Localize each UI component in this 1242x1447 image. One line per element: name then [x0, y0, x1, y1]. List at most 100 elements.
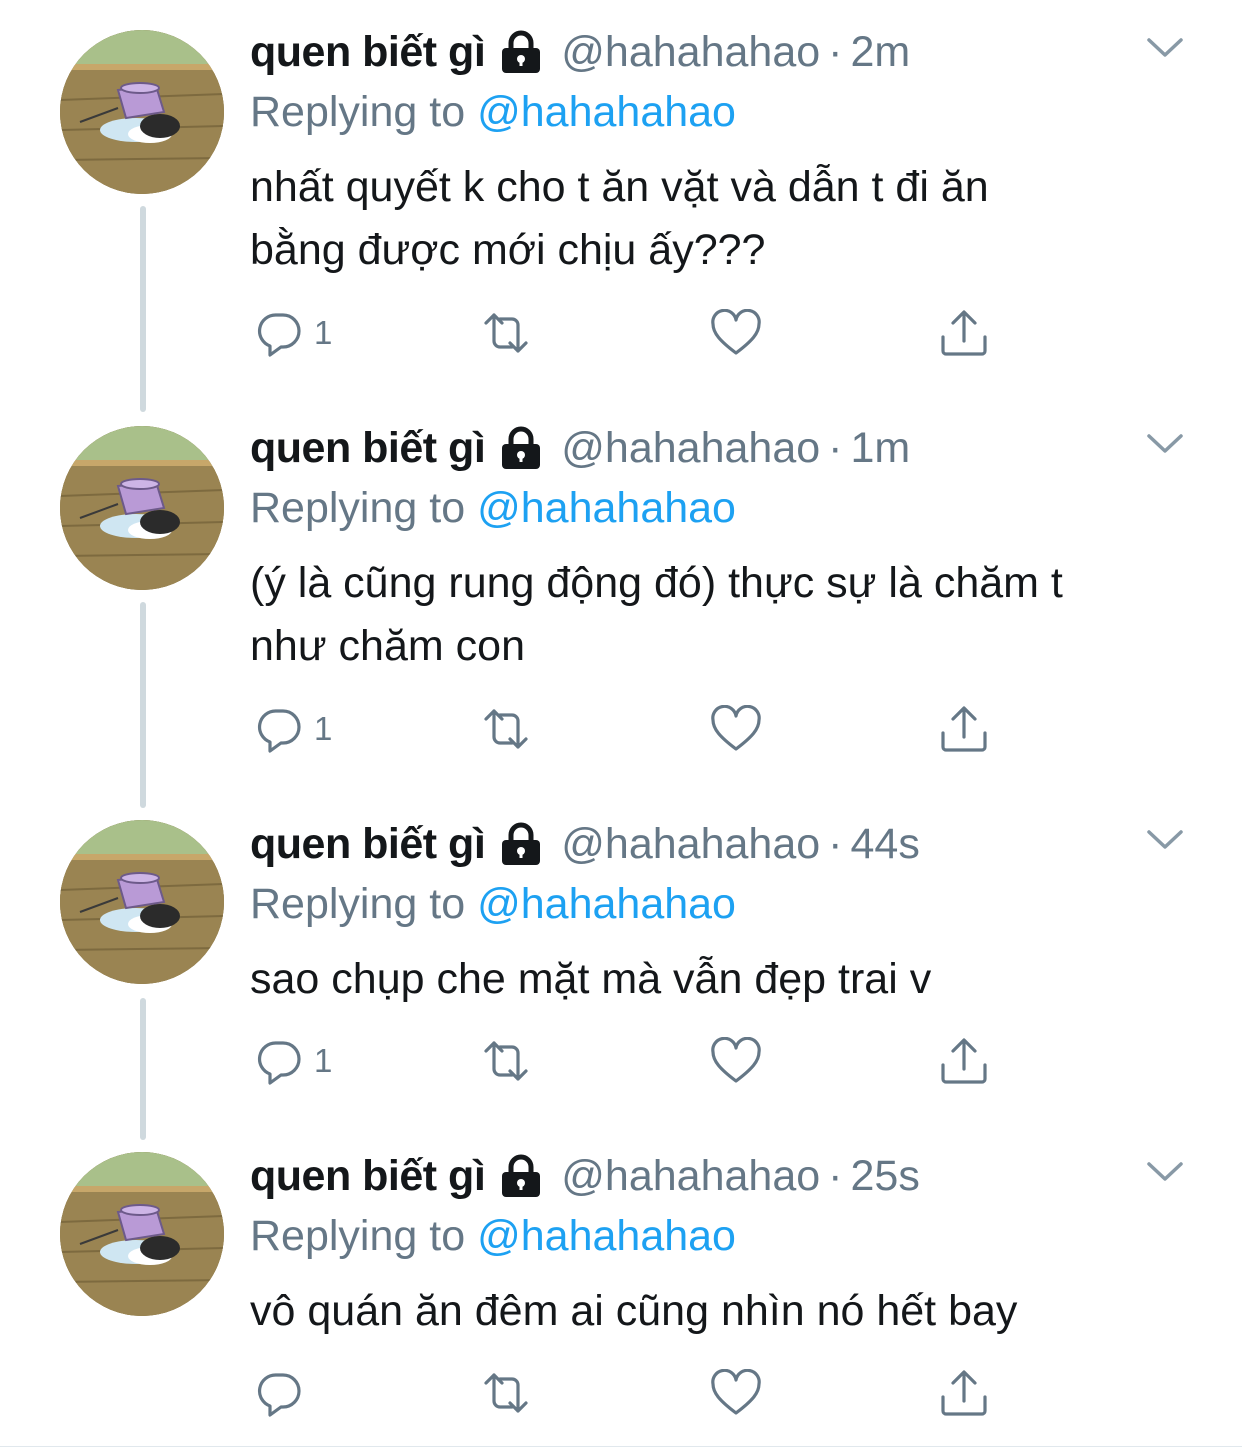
like-button[interactable]: [710, 1034, 762, 1088]
lock-icon: [499, 425, 543, 471]
reply-button[interactable]: 1: [256, 306, 332, 360]
share-icon: [938, 703, 990, 755]
tweet[interactable]: quen biết gì @hahahahao · 2m Replying to…: [0, 0, 1242, 412]
tweet-actions: 1: [250, 306, 1010, 360]
tweet-header: quen biết gì @hahahahao · 44s: [250, 816, 920, 872]
retweet-button[interactable]: [478, 1034, 534, 1088]
user-handle[interactable]: @hahahahao: [561, 1152, 820, 1201]
replying-prefix: Replying to: [250, 88, 466, 136]
retweet-button[interactable]: [478, 306, 534, 360]
thread-line: [140, 602, 146, 808]
lock-icon: [499, 821, 543, 867]
display-name[interactable]: quen biết gì: [250, 28, 486, 77]
chevron-down-icon[interactable]: [1146, 1160, 1184, 1184]
tweet-text: vô quán ăn đêm ai cũng nhìn nó hết bay: [250, 1280, 1210, 1343]
tweet-text-line: vô quán ăn đêm ai cũng nhìn nó hết bay: [250, 1287, 1018, 1335]
avatar[interactable]: [60, 30, 224, 194]
tweet-header: quen biết gì @hahahahao · 1m: [250, 420, 910, 476]
tweet-text-line: bằng được mới chịu ấy???: [250, 226, 766, 274]
heart-icon: [710, 1369, 762, 1417]
reply-count: 1: [314, 1042, 333, 1079]
share-icon: [938, 1035, 990, 1087]
replying-handle-link[interactable]: @hahahahao: [477, 1212, 736, 1260]
share-button[interactable]: [938, 1366, 990, 1420]
retweet-button[interactable]: [478, 702, 534, 756]
replying-to: Replying to @hahahahao: [250, 88, 736, 137]
reply-icon: [256, 1369, 304, 1417]
replying-handle-link[interactable]: @hahahahao: [477, 88, 736, 136]
avatar[interactable]: [60, 1152, 224, 1316]
reply-button[interactable]: 1: [256, 702, 332, 756]
thread-line: [140, 998, 146, 1140]
like-button[interactable]: [710, 702, 762, 756]
timestamp[interactable]: 2m: [851, 28, 911, 77]
reply-icon: [256, 309, 304, 357]
tweet-text-line: (ý là cũng rung động đó) thực sự là chăm…: [250, 559, 1063, 607]
user-handle[interactable]: @hahahahao: [561, 28, 820, 77]
replying-to: Replying to @hahahahao: [250, 484, 736, 533]
share-icon: [938, 307, 990, 359]
share-button[interactable]: [938, 702, 990, 756]
tweet-text-line: nhất quyết k cho t ăn vặt và dẫn t đi ăn: [250, 163, 989, 211]
tweet[interactable]: quen biết gì @hahahahao · 25s Replying t…: [0, 1124, 1242, 1447]
separator-dot: ·: [828, 1151, 843, 1200]
tweet-text: nhất quyết k cho t ăn vặt và dẫn t đi ăn…: [250, 156, 1210, 282]
replying-prefix: Replying to: [250, 1212, 466, 1260]
reply-count: 1: [314, 314, 333, 351]
retweet-button[interactable]: [478, 1366, 534, 1420]
reply-count: 1: [314, 710, 333, 747]
tweet-actions: 1: [250, 702, 1010, 756]
replying-handle-link[interactable]: @hahahahao: [477, 484, 736, 532]
tweet[interactable]: quen biết gì @hahahahao · 44s Replying t…: [0, 792, 1242, 1140]
lock-icon: [499, 29, 543, 75]
tweet-actions: 1: [250, 1034, 1010, 1088]
user-handle[interactable]: @hahahahao: [561, 820, 820, 869]
replying-to: Replying to @hahahahao: [250, 1212, 736, 1261]
display-name[interactable]: quen biết gì: [250, 820, 486, 869]
chevron-down-icon[interactable]: [1146, 432, 1184, 456]
heart-icon: [710, 1037, 762, 1085]
separator-dot: ·: [828, 423, 843, 472]
separator-dot: ·: [828, 819, 843, 868]
timestamp[interactable]: 44s: [851, 820, 920, 869]
reply-icon: [256, 1037, 304, 1085]
separator-dot: ·: [828, 27, 843, 76]
share-icon: [938, 1367, 990, 1419]
replying-prefix: Replying to: [250, 880, 466, 928]
heart-icon: [710, 705, 762, 753]
thread-line: [140, 206, 146, 412]
tweet-text-line: như chăm con: [250, 622, 525, 670]
like-button[interactable]: [710, 306, 762, 360]
reply-button[interactable]: 1: [256, 1034, 332, 1088]
like-button[interactable]: [710, 1366, 762, 1420]
retweet-icon: [478, 309, 534, 357]
replying-handle-link[interactable]: @hahahahao: [477, 880, 736, 928]
timestamp[interactable]: 25s: [851, 1152, 920, 1201]
user-handle[interactable]: @hahahahao: [561, 424, 820, 473]
retweet-icon: [478, 1037, 534, 1085]
display-name[interactable]: quen biết gì: [250, 1152, 486, 1201]
reply-button[interactable]: [256, 1366, 314, 1420]
chevron-down-icon[interactable]: [1146, 36, 1184, 60]
retweet-icon: [478, 1369, 534, 1417]
tweet-actions: [250, 1366, 1010, 1420]
tweet[interactable]: quen biết gì @hahahahao · 1m Replying to…: [0, 396, 1242, 808]
display-name[interactable]: quen biết gì: [250, 424, 486, 473]
timestamp[interactable]: 1m: [851, 424, 911, 473]
share-button[interactable]: [938, 306, 990, 360]
lock-icon: [499, 1153, 543, 1199]
share-button[interactable]: [938, 1034, 990, 1088]
chevron-down-icon[interactable]: [1146, 828, 1184, 852]
heart-icon: [710, 309, 762, 357]
tweet-text: (ý là cũng rung động đó) thực sự là chăm…: [250, 552, 1210, 678]
tweet-header: quen biết gì @hahahahao · 25s: [250, 1148, 920, 1204]
tweet-text-line: sao chụp che mặt mà vẫn đẹp trai v: [250, 955, 932, 1003]
retweet-icon: [478, 705, 534, 753]
reply-icon: [256, 705, 304, 753]
replying-prefix: Replying to: [250, 484, 466, 532]
tweet-text: sao chụp che mặt mà vẫn đẹp trai v: [250, 948, 1210, 1011]
replying-to: Replying to @hahahahao: [250, 880, 736, 929]
avatar[interactable]: [60, 820, 224, 984]
tweet-header: quen biết gì @hahahahao · 2m: [250, 24, 910, 80]
avatar[interactable]: [60, 426, 224, 590]
